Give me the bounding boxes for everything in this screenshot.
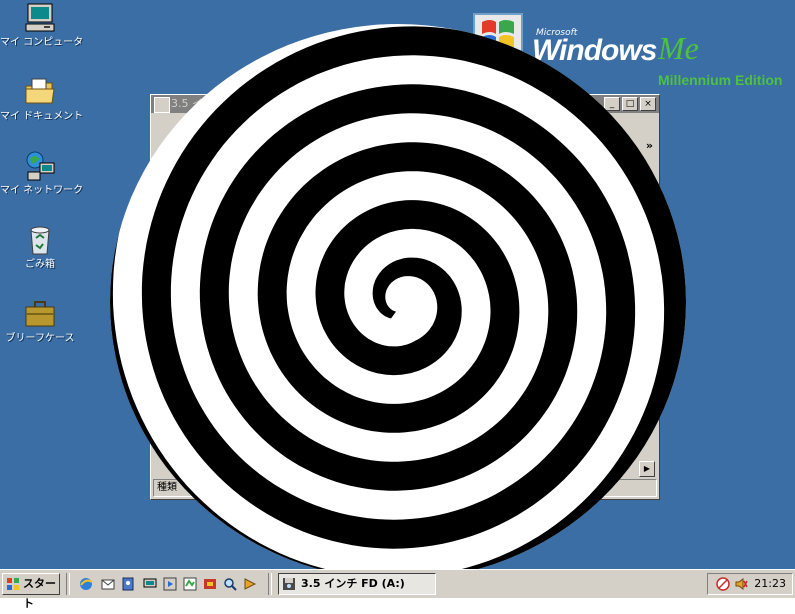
task-area-separator	[268, 573, 272, 595]
taskbar: スタート 3.5 インチ FD (A:) 21:23	[0, 569, 795, 610]
floppy-drive-icon	[283, 578, 295, 590]
my-computer-icon	[25, 3, 55, 32]
system-tray: 21:23	[707, 573, 793, 595]
my-documents-icon	[25, 78, 55, 104]
clock: 21:23	[754, 577, 786, 590]
start-button[interactable]: スタート	[2, 573, 60, 610]
network-connection-icon[interactable]	[142, 576, 158, 592]
address-book-icon[interactable]	[120, 576, 136, 592]
windows-logo-icon	[7, 578, 19, 590]
desktop: マイ コンピュータ マイ ドキュメント マイ ネットワーク ごみ箱 ブリーフケー…	[0, 0, 795, 569]
show-desktop-icon[interactable]	[242, 576, 258, 592]
taskbar-button-label: 3.5 インチ FD (A:)	[301, 577, 405, 590]
spiral-screensaver	[110, 24, 686, 569]
recycle-bin-icon	[30, 226, 50, 255]
desktop-icon-label: マイ ネットワーク	[0, 185, 84, 196]
taskbar-button-floppy[interactable]: 3.5 インチ FD (A:)	[278, 573, 436, 595]
network-icon	[26, 151, 55, 181]
desktop-icon-label: マイ ドキュメント	[0, 111, 84, 122]
briefcase-icon	[25, 301, 55, 327]
volume-muted-icon[interactable]	[734, 577, 748, 591]
media-player-icon[interactable]	[162, 576, 178, 592]
ime-icon[interactable]	[716, 577, 730, 591]
desktop-icon-recycle-bin[interactable]: ごみ箱	[0, 224, 80, 271]
desktop-icon-network[interactable]: マイ ネットワーク	[0, 150, 84, 197]
quick-launch-separator	[66, 573, 70, 595]
outlook-express-icon[interactable]	[100, 576, 116, 592]
desktop-icon-my-computer[interactable]: マイ コンピュータ	[0, 2, 84, 49]
desktop-icon-my-documents[interactable]: マイ ドキュメント	[0, 76, 84, 123]
internet-explorer-icon[interactable]	[78, 576, 94, 592]
desktop-icon-label: ブリーフケース	[5, 333, 75, 344]
desktop-icon-label: マイ コンピュータ	[0, 37, 84, 48]
games-icon[interactable]	[202, 576, 218, 592]
desktop-icon-label: ごみ箱	[25, 259, 55, 270]
windows-update-icon[interactable]	[182, 576, 198, 592]
search-icon[interactable]	[222, 576, 238, 592]
start-label: スタート	[23, 577, 56, 610]
desktop-icon-briefcase[interactable]: ブリーフケース	[0, 298, 80, 345]
